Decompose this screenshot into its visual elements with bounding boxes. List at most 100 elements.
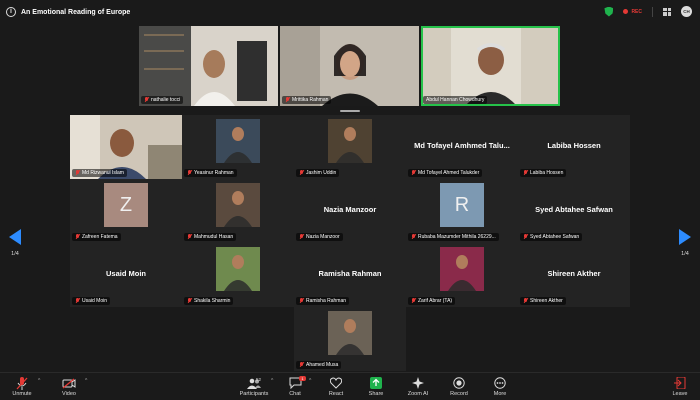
participant-tile-labiba-hossen[interactable]: Labiba Hossen Labiba Hossen xyxy=(518,115,630,179)
more-label: More xyxy=(493,391,507,397)
react-button[interactable]: React xyxy=(318,376,354,397)
view-grid-icon[interactable] xyxy=(663,7,671,16)
mic-muted-icon xyxy=(144,97,149,103)
zoom-ai-button[interactable]: Zoom AI xyxy=(400,376,436,397)
participant-tile-shireen-akther[interactable]: Shireen Akther Shireen Akther xyxy=(518,243,630,307)
info-icon[interactable]: i xyxy=(6,7,16,17)
chat-options-caret[interactable]: ^ xyxy=(309,378,311,384)
mic-muted-icon xyxy=(75,234,80,240)
gallery-view: Md Rizwanul Islam Yeasinur Rahman Jashim U… xyxy=(70,115,630,371)
participant-name: Zafreen Fatema xyxy=(82,234,118,240)
security-shield-icon[interactable] xyxy=(604,6,614,17)
share-button[interactable]: Share xyxy=(358,376,394,397)
participant-name: Jashim Uddin xyxy=(306,170,337,176)
leave-label: Leave xyxy=(672,391,688,397)
leave-icon xyxy=(674,377,686,389)
video-tile-mrittika-rahman[interactable]: Mrittika Rahman xyxy=(280,26,419,106)
participant-display-name: Syed Abtahee Safwan xyxy=(535,205,613,214)
page-indicator-right: 1/4 xyxy=(681,251,689,257)
audio-options-caret[interactable]: ^ xyxy=(38,378,40,384)
mic-muted-icon xyxy=(523,170,528,176)
participant-tile-zafreen-fatema[interactable]: Z Zafreen Fatema xyxy=(70,179,182,243)
participant-name: Zarif Abrar (TA) xyxy=(418,298,453,304)
unmute-label: Unmute xyxy=(12,391,32,397)
participant-profile-photo xyxy=(440,247,484,291)
participant-nametag: Mahmudul Hasan xyxy=(184,233,237,241)
video-button[interactable]: Video xyxy=(51,376,87,397)
participant-display-name: Shireen Akther xyxy=(547,269,601,278)
participant-nametag: Md Tofayel Ahmed Talukder xyxy=(408,169,483,177)
mic-muted-icon xyxy=(411,234,416,240)
participant-nametag: Shireen Akther xyxy=(520,297,566,305)
arrow-right-icon xyxy=(679,229,691,245)
video-feed xyxy=(139,26,278,106)
participant-tile-yeasinur-rahman[interactable]: Yeasinur Rahman xyxy=(182,115,294,179)
participant-tile-nazia-manzoor[interactable]: Nazia Manzoor Nazia Manzoor xyxy=(294,179,406,243)
more-button[interactable]: More xyxy=(482,376,518,397)
participant-tile-usaid-moin[interactable]: Usaid Moin Usaid Moin xyxy=(70,243,182,307)
participant-nametag: Nazia Manzoor xyxy=(296,233,343,241)
participants-options-caret[interactable]: ^ xyxy=(271,378,273,384)
recording-indicator[interactable]: REC xyxy=(623,9,642,15)
chat-label: Chat xyxy=(289,391,301,397)
participant-name: Labiba Hossen xyxy=(530,170,564,176)
participant-nametag: Zafreen Fatema xyxy=(72,233,121,241)
participant-name: Usaid Moin xyxy=(82,298,108,304)
participant-tile-mahmudul-hasan[interactable]: Mahmudul Hasan xyxy=(182,179,294,243)
leave-button[interactable]: Leave xyxy=(662,376,698,397)
participant-name: nathalie tocci xyxy=(151,97,181,103)
strip-resize-handle[interactable] xyxy=(340,110,360,112)
rec-label: REC xyxy=(631,8,642,15)
participant-name: Md Rizwanul Islam xyxy=(82,170,124,176)
video-options-caret[interactable]: ^ xyxy=(85,378,87,384)
video-tile-abdul-hannan-chowdhury[interactable]: Abdul Hannan Chowdhury xyxy=(421,26,560,106)
participant-tile-zarif-abrar-ta[interactable]: Zarif Abrar (TA) xyxy=(406,243,518,307)
record-label: Record xyxy=(450,391,468,397)
mic-muted-icon xyxy=(187,170,192,176)
participant-nametag: Md Rizwanul Islam xyxy=(72,169,127,177)
share-label: Share xyxy=(368,391,384,397)
mic-muted-icon xyxy=(75,298,80,304)
participant-tile-syed-abtahee-safwan[interactable]: Syed Abtahee Safwan Syed Abtahee Safwan xyxy=(518,179,630,243)
participant-profile-photo xyxy=(328,311,372,355)
next-page-button[interactable]: 1/4 xyxy=(670,218,700,268)
video-feed xyxy=(280,26,419,106)
participant-tile-jashim-uddin[interactable]: Jashim Uddin xyxy=(294,115,406,179)
video-off-icon xyxy=(62,377,76,389)
participant-name: Ahamed Musa xyxy=(306,362,339,368)
participant-display-name: Md Tofayel Amhmed Talu... xyxy=(414,141,510,150)
participant-nametag: Ahamed Musa xyxy=(296,361,342,369)
participant-nametag: Shakila Sharmin xyxy=(184,297,234,305)
participant-name: Mrittika Rahman xyxy=(292,97,329,103)
participants-button[interactable]: 52 Participants xyxy=(234,376,274,397)
participant-nametag: Abdul Hannan Chowdhury xyxy=(423,96,488,104)
prev-page-button[interactable]: 1/4 xyxy=(0,218,30,268)
participant-name: Abdul Hannan Chowdhury xyxy=(426,97,485,103)
participant-tile-ramisha-rahman[interactable]: Ramisha Rahman Ramisha Rahman xyxy=(294,243,406,307)
user-avatar[interactable]: CH xyxy=(681,6,692,17)
speaker-strip: nathalie tocci Mrittika Rahman Abdul Han… xyxy=(139,26,560,106)
chat-button[interactable]: 1 Chat xyxy=(277,376,313,397)
participant-nametag: Yeasinur Rahman xyxy=(184,169,237,177)
participant-tile-ahamed-musa[interactable]: Ahamed Musa xyxy=(294,307,406,371)
mic-muted-icon xyxy=(411,170,416,176)
participant-profile-photo xyxy=(216,247,260,291)
participant-nametag: Rubaba Mazumder Mithila 26229... xyxy=(408,233,499,241)
participant-nametag: Zarif Abrar (TA) xyxy=(408,297,456,305)
participants-label: Participants xyxy=(239,391,269,397)
participant-tile-md-tofayel-ahmed-talukder[interactable]: Md Tofayel Amhmed Talu... Md Tofayel Ahme… xyxy=(406,115,518,179)
participant-display-name: Labiba Hossen xyxy=(547,141,601,150)
participant-tile-md-rizwanul-islam[interactable]: Md Rizwanul Islam xyxy=(70,115,182,179)
mic-muted-icon xyxy=(299,234,304,240)
participant-tile-rubaba-mazumder-mithila-26229[interactable]: R Rubaba Mazumder Mithila 26229... xyxy=(406,179,518,243)
participant-tile-shakila-sharmin[interactable]: Shakila Sharmin xyxy=(182,243,294,307)
page-indicator-left: 1/4 xyxy=(11,251,19,257)
record-button[interactable]: Record xyxy=(441,376,477,397)
participant-name: Md Tofayel Ahmed Talukder xyxy=(418,170,480,176)
unmute-button[interactable]: Unmute xyxy=(4,376,40,397)
participant-initial-avatar: Z xyxy=(104,183,148,227)
participant-name: Nazia Manzoor xyxy=(306,234,340,240)
react-label: React xyxy=(328,391,344,397)
zoom-ai-label: Zoom AI xyxy=(407,391,429,397)
video-tile-nathalie-tocci[interactable]: nathalie tocci xyxy=(139,26,278,106)
